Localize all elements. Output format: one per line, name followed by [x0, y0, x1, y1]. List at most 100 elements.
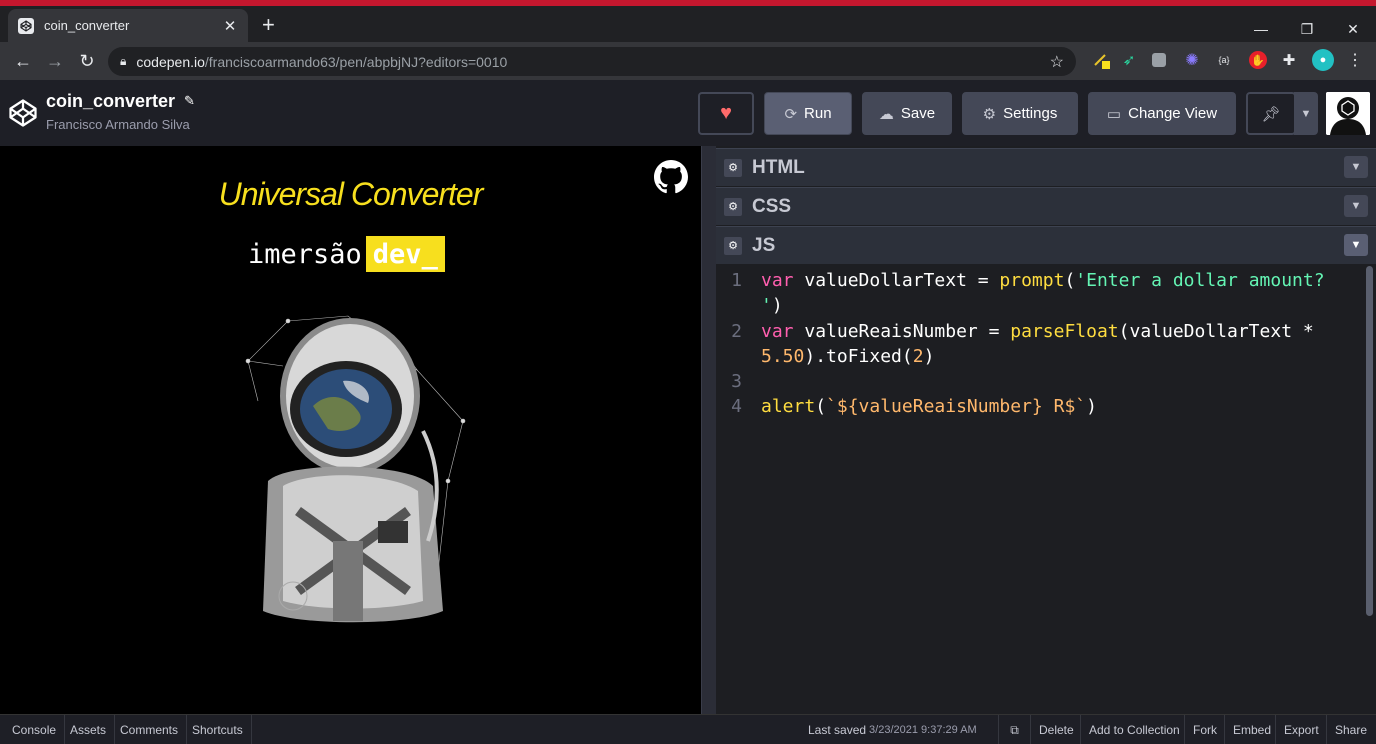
user-avatar[interactable] [1326, 92, 1370, 135]
function-token: prompt [999, 270, 1065, 291]
line-number: 1 [731, 270, 742, 291]
number-token: 2 [912, 346, 924, 367]
pen-title[interactable]: coin_converter [46, 91, 175, 112]
add-to-collection-button[interactable]: Add to Collection [1080, 715, 1188, 744]
star-icon[interactable]: ☆ [1050, 52, 1064, 72]
chevron-down-icon: ▼ [1300, 107, 1312, 120]
lock-icon: 🔒︎ [120, 54, 127, 68]
heart-icon: ♥ [720, 102, 732, 124]
js-editor-header[interactable]: ⚙ JS ▼ [716, 226, 1376, 264]
js-code-editor[interactable]: 1 2 3 4 var valueDollarText = prompt('En… [716, 266, 1376, 714]
menu-dots-icon[interactable]: ⋮ [1346, 51, 1364, 69]
profile-avatar-icon[interactable]: ● [1312, 49, 1334, 71]
extension-braces-icon[interactable]: {a} [1215, 51, 1233, 69]
code-token: ).toFixed( [804, 346, 913, 367]
embed-button[interactable]: Embed [1224, 715, 1279, 744]
pane-resizer[interactable] [701, 146, 716, 714]
css-chevron-down-icon[interactable]: ▼ [1344, 195, 1368, 217]
back-arrow-icon[interactable]: ← [12, 50, 34, 72]
pin-dropdown-button[interactable]: ▼ [1294, 92, 1318, 135]
pencil-icon[interactable]: ✎ [184, 93, 195, 109]
astronaut-image [245, 315, 466, 623]
line-number: 3 [731, 371, 742, 392]
run-button[interactable]: ⟳ Run [764, 92, 852, 135]
refresh-icon: ⟳ [784, 105, 798, 123]
export-button[interactable]: Export [1275, 715, 1327, 744]
string-token: ' [761, 295, 772, 316]
editor-scrollbar[interactable] [1366, 266, 1373, 616]
editor-panel: ⚙ HTML ▼ ⚙ CSS ▼ ⚙ JS ▼ 1 2 3 4 var valu… [716, 146, 1376, 714]
heart-button[interactable]: ♥ [698, 92, 754, 135]
extension-pen-icon[interactable] [1092, 51, 1110, 69]
code-line-2: var valueReaisNumber = parseFloat(valueD… [761, 321, 1325, 342]
converter-title: Universal Converter [218, 176, 484, 212]
code-token: ( [815, 396, 827, 417]
delete-button[interactable]: Delete [1030, 715, 1082, 744]
preview-pane[interactable]: Universal Converter imersão dev_ [0, 146, 701, 714]
tab-close-icon[interactable]: ✕ [222, 17, 238, 35]
comments-button[interactable]: Comments [112, 715, 188, 744]
cloud-icon: ☁ [878, 105, 894, 123]
restore-button[interactable]: ❐ [1284, 12, 1330, 46]
tab-strip: coin_converter ✕ + — ❐ ✕ [0, 6, 1376, 42]
assets-button[interactable]: Assets [62, 715, 116, 744]
change-view-label: Change View [1128, 105, 1218, 122]
css-editor-label: CSS [752, 195, 792, 217]
fork-button[interactable]: Fork [1184, 715, 1225, 744]
url-path: /franciscoarmando63/pen/abpbjNJ?editors=… [204, 53, 508, 70]
codepen-header: coin_converter ✎ Francisco Armando Silva… [0, 80, 1376, 146]
external-link-icon[interactable]: ⧉ [998, 715, 1030, 744]
pin-button[interactable]: 📌︎ [1246, 92, 1296, 135]
extensions-puzzle-icon[interactable]: ✚ [1280, 51, 1298, 69]
run-label: Run [804, 105, 832, 122]
code-token: ) [771, 295, 783, 316]
pen-author[interactable]: Francisco Armando Silva [46, 117, 190, 132]
number-token: 5.50 [761, 346, 805, 367]
settings-button[interactable]: ⚙ Settings [962, 92, 1078, 135]
function-token: alert [761, 396, 816, 417]
forward-arrow-icon[interactable]: → [44, 50, 66, 72]
html-settings-gear-icon[interactable]: ⚙ [724, 158, 742, 177]
last-saved-label: Last saved [808, 723, 867, 737]
browser-tab[interactable]: coin_converter ✕ [8, 9, 248, 42]
close-window-button[interactable]: ✕ [1330, 12, 1376, 46]
url-domain: codepen.io [136, 53, 205, 70]
code-line-4: alert(`${valueReaisNumber} R$`) [761, 396, 1097, 417]
share-button[interactable]: Share [1326, 715, 1375, 744]
keyword-token: var [761, 270, 794, 291]
css-settings-gear-icon[interactable]: ⚙ [724, 197, 742, 216]
new-tab-button[interactable]: + [262, 14, 275, 36]
extension-hand-icon[interactable]: ✋ [1249, 51, 1267, 69]
dev-badge: dev_ [365, 236, 445, 272]
line-number: 4 [731, 396, 742, 417]
extension-bird-icon[interactable]: ➶ [1120, 51, 1138, 69]
code-line-1-wrap: ') [761, 295, 783, 316]
minimize-button[interactable]: — [1238, 12, 1284, 46]
shortcuts-button[interactable]: Shortcuts [184, 715, 252, 744]
reload-icon[interactable]: ↻ [76, 50, 98, 72]
codepen-footer: Console Assets Comments Shortcuts Last s… [0, 714, 1376, 744]
change-view-button[interactable]: ▭ Change View [1088, 92, 1236, 135]
pin-icon: 📌︎ [1261, 105, 1281, 123]
template-string-token: `${valueReaisNumber} R$` [826, 396, 1087, 417]
save-button[interactable]: ☁ Save [862, 92, 952, 135]
last-saved-status: Last saved 3/23/2021 9:37:29 AM [808, 715, 977, 744]
save-label: Save [900, 105, 936, 122]
js-chevron-down-icon[interactable]: ▼ [1344, 234, 1368, 256]
html-chevron-down-icon[interactable]: ▼ [1344, 156, 1368, 178]
js-settings-gear-icon[interactable]: ⚙ [724, 236, 742, 255]
extension-square-icon[interactable] [1152, 53, 1166, 67]
code-token: valueDollarText = [793, 270, 1000, 291]
code-line-1: var valueDollarText = prompt('Enter a do… [761, 270, 1325, 291]
imersao-dev-logo: imersão dev_ [248, 236, 445, 272]
html-editor-header[interactable]: ⚙ HTML ▼ [716, 148, 1376, 186]
css-editor-header[interactable]: ⚙ CSS ▼ [716, 187, 1376, 225]
code-token: (valueDollarText * [1118, 321, 1325, 342]
string-token: 'Enter a dollar amount? [1075, 270, 1325, 291]
extension-gear-icon[interactable]: ✺ [1183, 51, 1201, 69]
console-button[interactable]: Console [4, 715, 66, 744]
codepen-logo-icon[interactable] [8, 98, 38, 128]
code-line-2-wrap: 5.50).toFixed(2) [761, 346, 934, 367]
url-input[interactable]: 🔒︎ codepen.io /franciscoarmando63/pen/ab… [108, 47, 1076, 76]
html-editor-label: HTML [752, 156, 805, 178]
